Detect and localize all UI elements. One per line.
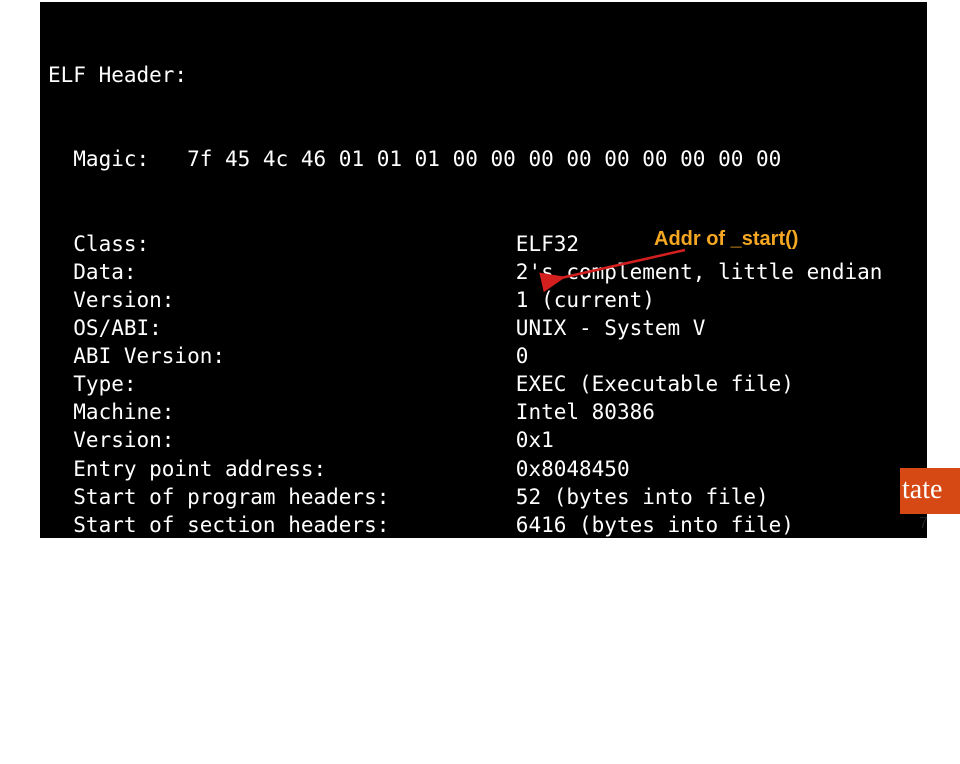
elf-field-row: Section header string table index: 28	[48, 707, 919, 735]
elf-field-label: ABI Version:	[48, 344, 516, 368]
elf-field-value: 31	[516, 681, 541, 705]
elf-field-label: Size of program headers:	[48, 597, 516, 621]
elf-field-row: Version: 1 (current)	[48, 286, 919, 314]
elf-field-value: 6416 (bytes into file)	[516, 513, 794, 537]
elf-field-label: Entry point address:	[48, 457, 516, 481]
elf-field-row: Data: 2's complement, little endian	[48, 258, 919, 286]
elf-field-row: Start of program headers: 52 (bytes into…	[48, 483, 919, 511]
elf-field-value: 0x1	[516, 428, 554, 452]
elf-field-label: Size of this header:	[48, 569, 516, 593]
elf-field-label: Size of section headers:	[48, 653, 516, 677]
elf-field-row: OS/ABI: UNIX - System V	[48, 314, 919, 342]
elf-magic-label: Magic:	[48, 147, 187, 171]
elf-field-value: UNIX - System V	[516, 316, 706, 340]
elf-field-row: Size of this header: 52 (bytes)	[48, 567, 919, 595]
elf-field-label: Flags:	[48, 541, 516, 565]
elf-field-value: EXEC (Executable file)	[516, 372, 794, 396]
elf-field-value: 0x0	[516, 541, 554, 565]
elf-field-value: 32 (bytes)	[516, 597, 642, 621]
elf-magic-value: 7f 45 4c 46 01 01 01 00 00 00 00 00 00 0…	[187, 147, 794, 171]
elf-field-label: Machine:	[48, 400, 516, 424]
elf-field-label: Version:	[48, 428, 516, 452]
elf-field-label: Start of program headers:	[48, 485, 516, 509]
elf-field-value: 9	[516, 625, 529, 649]
elf-field-label: Section header string table index:	[48, 709, 516, 733]
elf-header-title: ELF Header:	[48, 61, 919, 89]
elf-field-label: Number of section headers:	[48, 681, 516, 705]
elf-field-value: 52 (bytes)	[516, 569, 642, 593]
elf-field-label: Number of program headers:	[48, 625, 516, 649]
elf-field-label: Version:	[48, 288, 516, 312]
elf-field-row: Number of program headers: 9	[48, 623, 919, 651]
elf-field-value: 0	[516, 344, 529, 368]
terminal-output: ELF Header: Magic: 7f 45 4c 46 01 01 01 …	[40, 2, 927, 538]
slide-number: 7	[919, 515, 933, 533]
elf-field-value: 0x8048450	[516, 457, 630, 481]
elf-field-row: ABI Version: 0	[48, 342, 919, 370]
elf-field-row: Number of section headers: 31	[48, 679, 919, 707]
elf-field-row: Size of program headers: 32 (bytes)	[48, 595, 919, 623]
elf-field-row: Flags: 0x0	[48, 539, 919, 567]
elf-field-value: Intel 80386	[516, 400, 655, 424]
elf-field-value: 1 (current)	[516, 288, 655, 312]
brand-fragment: tate	[900, 468, 960, 514]
elf-field-value: 40 (bytes)	[516, 653, 642, 677]
elf-field-value: 52 (bytes into file)	[516, 485, 769, 509]
elf-field-value: 28	[516, 709, 541, 733]
elf-field-row: Machine: Intel 80386	[48, 398, 919, 426]
elf-field-row: Version: 0x1	[48, 426, 919, 454]
arrow-icon	[555, 246, 695, 286]
elf-field-label: Data:	[48, 260, 516, 284]
elf-field-row: Entry point address: 0x8048450	[48, 455, 919, 483]
elf-field-label: OS/ABI:	[48, 316, 516, 340]
elf-field-label: Type:	[48, 372, 516, 396]
elf-field-row: Type: EXEC (Executable file)	[48, 370, 919, 398]
elf-magic-row: Magic: 7f 45 4c 46 01 01 01 00 00 00 00 …	[48, 145, 919, 173]
elf-fields: Class: ELF32 Data: 2's complement, littl…	[48, 230, 919, 736]
elf-field-label: Start of section headers:	[48, 513, 516, 537]
elf-field-row: Start of section headers: 6416 (bytes in…	[48, 511, 919, 539]
elf-field-row: Size of section headers: 40 (bytes)	[48, 651, 919, 679]
elf-field-label: Class:	[48, 232, 516, 256]
